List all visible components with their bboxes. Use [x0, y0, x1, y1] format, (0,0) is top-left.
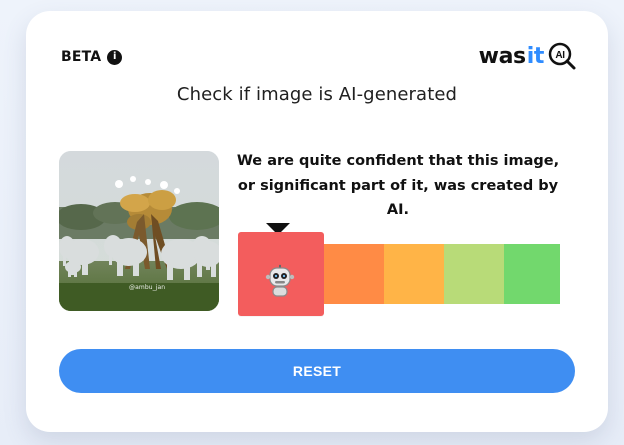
- meter-segment-likely-ai: [324, 244, 384, 304]
- brand-suffix: AI: [555, 50, 565, 61]
- beta-label: BETA: [61, 49, 102, 65]
- reset-button[interactable]: RESET: [59, 349, 575, 393]
- beta-header: BETA i: [61, 49, 123, 65]
- brand-logo: was it AI: [479, 41, 577, 71]
- ai-confidence-message: We are quite confident that this image, …: [236, 153, 560, 219]
- meter-segment-likely-human: [444, 244, 504, 304]
- meter-segment-uncertain: [384, 244, 444, 304]
- brand-highlight: it: [526, 43, 545, 69]
- meter-segment-human: [504, 244, 560, 304]
- detector-card: BETA i was it AI Check if image is AI-ge…: [26, 11, 608, 432]
- brand-prefix: was: [478, 43, 526, 69]
- analyzed-image: @ambu_jan: [59, 151, 219, 311]
- magnifier-ai-icon: AI: [547, 41, 577, 71]
- confidence-meter: [238, 232, 560, 316]
- app-window: BETA i was it AI Check if image is AI-ge…: [0, 0, 624, 445]
- page-title: Check if image is AI-generated: [176, 84, 458, 105]
- info-icon[interactable]: i: [107, 49, 123, 65]
- image-watermark: @ambu_jan: [129, 284, 166, 291]
- robot-icon: [263, 260, 297, 300]
